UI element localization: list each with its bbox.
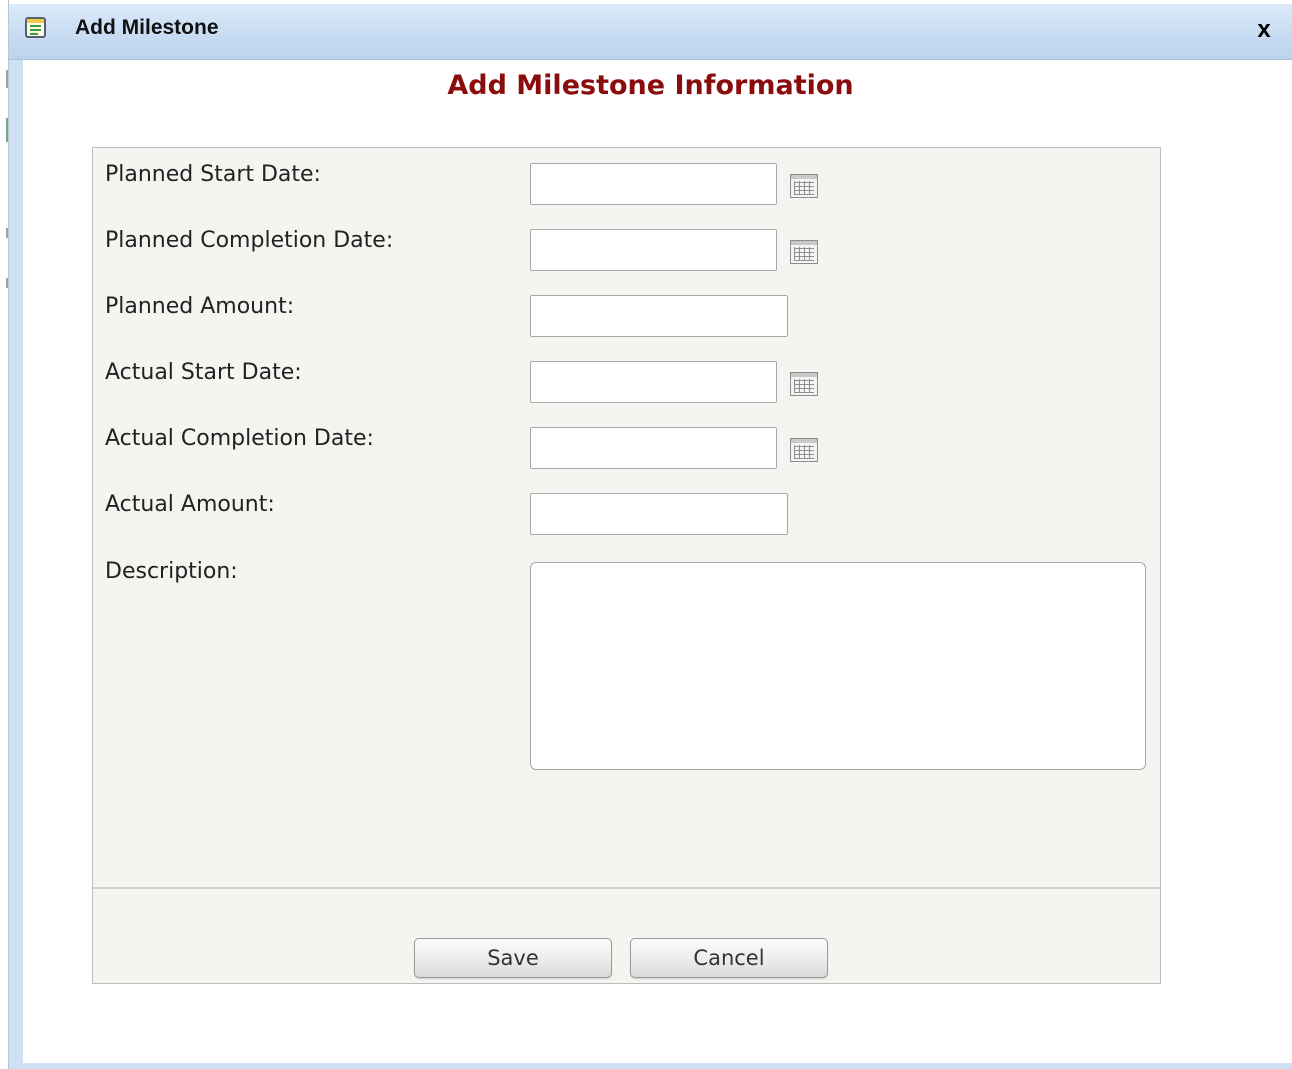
edge-mark [6, 70, 8, 88]
planned-amount-label: Planned Amount: [105, 294, 295, 319]
calendar-icon[interactable] [790, 372, 818, 396]
planned-completion-date-label: Planned Completion Date: [105, 228, 394, 253]
milestone-form-panel: Planned Start Date: Planned Completion D… [92, 147, 1161, 984]
planned-amount-input[interactable] [530, 295, 788, 337]
add-milestone-dialog: Add Milestone x Add Milestone Informatio… [9, 4, 1292, 1069]
actual-amount-input[interactable] [530, 493, 788, 535]
edge-mark [6, 118, 8, 142]
planned-start-date-input[interactable] [530, 163, 777, 205]
calendar-icon[interactable] [790, 240, 818, 264]
planned-start-date-label: Planned Start Date: [105, 162, 321, 187]
save-button[interactable]: Save [414, 938, 612, 978]
actual-completion-date-input[interactable] [530, 427, 777, 469]
planned-completion-date-input[interactable] [530, 229, 777, 271]
form-heading: Add Milestone Information [447, 70, 854, 101]
close-icon[interactable]: x [1252, 17, 1276, 43]
actual-completion-date-label: Actual Completion Date: [105, 426, 374, 451]
title-bar[interactable]: Add Milestone x [9, 4, 1292, 60]
cancel-button[interactable]: Cancel [630, 938, 828, 978]
form-window-icon [25, 17, 46, 38]
edge-mark [6, 278, 8, 288]
background-window-edge [0, 0, 9, 1069]
calendar-icon[interactable] [790, 174, 818, 198]
actual-amount-label: Actual Amount: [105, 492, 275, 517]
calendar-icon[interactable] [790, 438, 818, 462]
actual-start-date-label: Actual Start Date: [105, 360, 302, 385]
description-textarea[interactable] [530, 562, 1146, 770]
divider [93, 887, 1160, 889]
actual-start-date-input[interactable] [530, 361, 777, 403]
description-label: Description: [105, 559, 238, 584]
edge-mark [6, 228, 8, 238]
window-title: Add Milestone [75, 16, 219, 39]
